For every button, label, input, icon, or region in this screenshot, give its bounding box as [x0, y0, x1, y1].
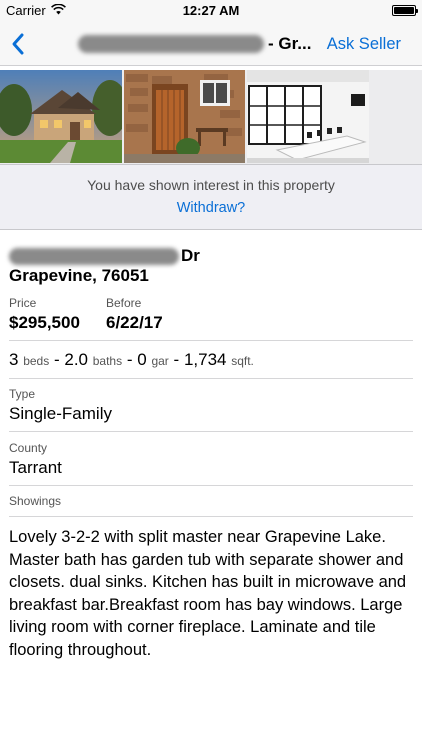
garage-unit: gar	[151, 354, 169, 368]
nav-title-suffix: - Gr...	[268, 34, 312, 53]
redacted-street	[9, 247, 179, 265]
office-interior-photo[interactable]	[247, 70, 369, 163]
spec-separator: -	[53, 350, 60, 369]
interest-message: You have shown interest in this property	[87, 177, 335, 193]
nav-title: - Gr...	[78, 34, 311, 54]
navigation-bar: - Gr... Ask Seller	[0, 22, 422, 66]
battery-icon	[392, 5, 418, 16]
chevron-left-icon	[12, 33, 24, 55]
showings-label: Showings	[9, 494, 62, 508]
interest-banner: You have shown interest in this property…	[0, 164, 422, 230]
baths-unit: baths	[92, 354, 123, 368]
status-time: 12:27 AM	[182, 3, 240, 18]
before-date: 6/22/17	[106, 313, 163, 332]
wooden-door-photo[interactable]	[124, 70, 245, 163]
divider	[9, 516, 413, 517]
beds-value: 3	[9, 350, 19, 369]
divider	[9, 485, 413, 486]
before-label: Before	[106, 296, 142, 310]
street-suffix: Dr	[181, 246, 200, 265]
beds-unit: beds	[23, 354, 50, 368]
type-label: Type	[9, 387, 36, 401]
spec-separator: -	[173, 350, 180, 369]
county-value: Tarrant	[9, 458, 62, 477]
back-button[interactable]	[8, 30, 34, 58]
property-specs: 3 beds - 2.0 baths - 0 gar - 1,734 sqft.	[9, 350, 254, 370]
divider	[9, 431, 413, 432]
status-bar: Carrier 12:27 AM	[0, 0, 422, 22]
property-description: Lovely 3-2-2 with split master near Grap…	[9, 528, 407, 659]
redacted-address	[78, 35, 264, 53]
withdraw-link[interactable]: Withdraw?	[0, 200, 422, 216]
house-exterior-photo[interactable]	[0, 70, 122, 163]
garage-value: 0	[137, 350, 147, 369]
sqft-value: 1,734	[183, 350, 227, 369]
price-value: $295,500	[9, 313, 80, 332]
spec-separator: -	[126, 350, 133, 369]
divider	[9, 340, 413, 341]
sqft-unit: sqft.	[231, 354, 254, 368]
photo-gallery[interactable]	[0, 70, 422, 164]
type-value: Single-Family	[9, 404, 112, 423]
battery-level	[394, 7, 414, 14]
ask-seller-button[interactable]: Ask Seller	[327, 35, 401, 54]
status-right	[392, 5, 418, 16]
county-label: County	[9, 441, 48, 455]
baths-value: 2.0	[64, 350, 89, 369]
street-address: Dr	[9, 246, 200, 266]
city-zip: Grapevine, 76051	[9, 266, 149, 285]
divider	[9, 378, 413, 379]
price-label: Price	[9, 296, 37, 310]
